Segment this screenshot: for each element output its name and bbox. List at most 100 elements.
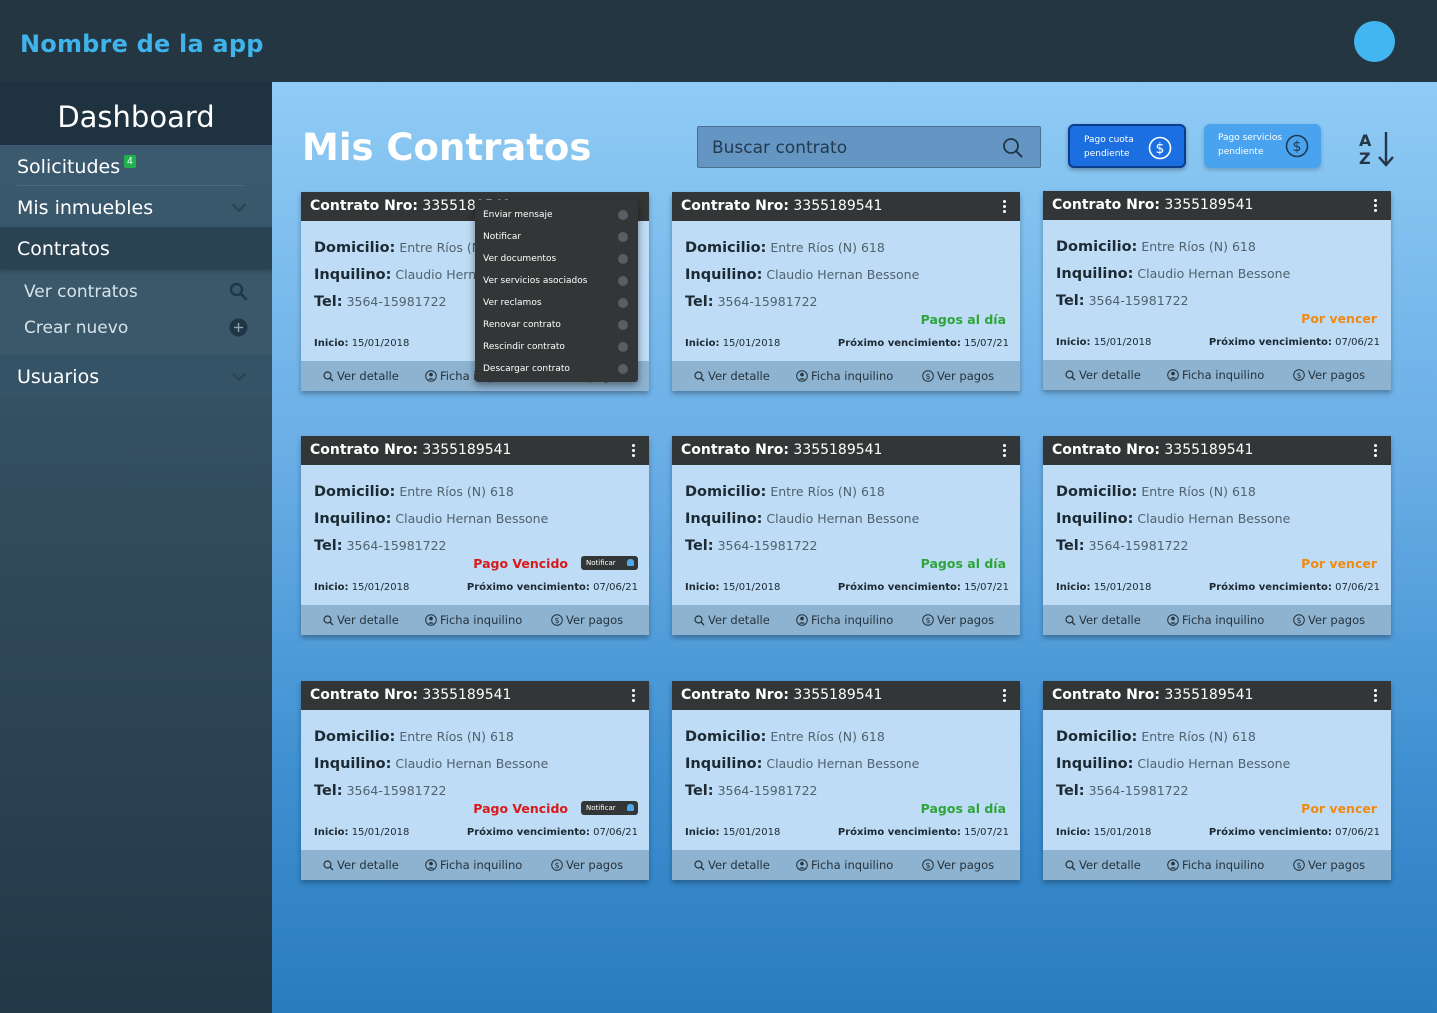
menu-item[interactable]: Enviar mensaje [475,204,638,226]
menu-item[interactable]: Rescindir contrato [475,336,638,358]
user-circle-icon [796,858,811,872]
ver-pagos-button[interactable]: $ Ver pagos [922,858,994,872]
ver-detalle-button[interactable]: Ver detalle [323,369,399,383]
search-input[interactable] [712,136,992,160]
field-label: Próximo vencimiento: [466,827,590,838]
search-box [697,126,1041,168]
contract-number: 3355189541 [793,198,883,214]
more-options-icon[interactable] [632,689,636,703]
sidebar-item-inmuebles[interactable]: Mis inmuebles [0,186,272,227]
user-avatar[interactable] [1354,21,1395,62]
notificar-button[interactable]: Notificar [581,801,638,815]
menu-item[interactable]: Renovar contrato [475,314,638,336]
message-icon [618,210,628,220]
sidebar: Dashboard Solicitudes 4 Mis inmuebles Con… [0,82,272,1013]
field-value: Claudio Hernan Bessone [395,756,549,771]
more-options-icon[interactable] [1374,444,1378,458]
card-header: Contrato Nro: 3355189541 [301,436,649,465]
card-header: Contrato Nro: 3355189541 [1043,191,1391,220]
page-title: Mis Contratos [302,126,592,169]
more-options-icon[interactable] [632,444,636,458]
more-options-icon[interactable] [1003,200,1007,214]
menu-item[interactable]: Ver reclamos [475,292,638,314]
pago-servicios-pendiente-button[interactable]: Pago servicios pendiente $ [1204,124,1321,168]
bell-icon [618,232,628,242]
card-actions: Ver detalle Ficha inquilino $ Ver pagos [1043,605,1391,635]
ver-pagos-button[interactable]: $ Ver pagos [551,613,623,627]
start-date: Inicio: 15/01/2018 [685,827,780,838]
field-label: Inicio: [314,338,349,349]
ver-detalle-button[interactable]: Ver detalle [1065,613,1141,627]
ver-detalle-button[interactable]: Ver detalle [1065,368,1141,382]
sort-alphabetical-icon[interactable]: A Z [1359,128,1395,168]
pago-cuota-pendiente-button[interactable]: Pago cuota pendiente $ [1068,124,1186,168]
menu-item-label: Ver reclamos [483,298,542,308]
sidebar-item-solicitudes[interactable]: Solicitudes 4 [0,145,272,186]
ver-detalle-button[interactable]: Ver detalle [694,858,770,872]
contract-card: Contrato Nro: 3355189541 Domicilio: Entre… [301,436,649,635]
action-label: Ver detalle [337,613,399,627]
ver-detalle-button[interactable]: Ver detalle [694,369,770,383]
field-value: 3564-15981722 [346,294,447,309]
bell-icon [627,804,634,811]
start-date: Inicio: 15/01/2018 [1056,827,1151,838]
ver-detalle-button[interactable]: Ver detalle [323,613,399,627]
card-body: Domicilio: Entre Ríos (N) 618 Inquilino: … [672,710,1020,850]
start-date: Inicio: 15/01/2018 [685,338,780,349]
sidebar-subitem-label: Ver contratos [24,282,138,302]
field-value: 15/07/21 [964,338,1009,349]
field-label: Próximo vencimiento: [837,582,961,593]
ficha-inquilino-button[interactable]: Ficha inquilino [796,858,893,872]
menu-item[interactable]: Descargar contrato [475,358,638,380]
ficha-inquilino-button[interactable]: Ficha inquilino [1167,613,1264,627]
contract-card: Contrato Nro: 3355189541 Domicilio: Entre… [301,681,649,880]
ver-detalle-button[interactable]: Ver detalle [323,858,399,872]
dollar-circle-icon: $ [1148,136,1172,160]
ver-pagos-button[interactable]: $ Ver pagos [1293,858,1365,872]
ver-pagos-button[interactable]: $ Ver pagos [922,369,994,383]
field-value: 3564-15981722 [1088,538,1189,553]
contract-card: Contrato Nro: 3355189541 Domicilio: Entre… [672,681,1020,880]
user-circle-icon [1167,368,1182,382]
contract-card: Contrato Nro: 3355189541 Domicilio: Entre… [672,436,1020,635]
ficha-inquilino-button[interactable]: Ficha inquilino [796,369,893,383]
more-options-icon[interactable] [1003,444,1007,458]
ficha-inquilino-button[interactable]: Ficha inquilino [1167,368,1264,382]
menu-item[interactable]: Notificar [475,226,638,248]
more-options-icon[interactable] [1003,689,1007,703]
menu-item[interactable]: Ver servicios asociados [475,270,638,292]
card-actions: Ver detalle Ficha inquilino $ Ver pagos [672,361,1020,391]
ficha-inquilino-button[interactable]: Ficha inquilino [1167,858,1264,872]
sidebar-item-usuarios[interactable]: Usuarios [0,355,272,397]
ver-pagos-button[interactable]: $ Ver pagos [922,613,994,627]
more-options-icon[interactable] [1374,689,1378,703]
field-value: 15/07/21 [964,582,1009,593]
status-label: Por vencer [1301,801,1377,816]
card-body: Domicilio: Entre Ríos (N) 618 Inquilino: … [1043,220,1391,360]
ver-detalle-button[interactable]: Ver detalle [694,613,770,627]
ficha-inquilino-button[interactable]: Ficha inquilino [796,613,893,627]
notificar-label: Notificar [586,804,616,812]
field-value: 15/01/2018 [1093,337,1152,348]
ver-detalle-button[interactable]: Ver detalle [1065,858,1141,872]
field-label: Inquilino: [1056,511,1134,527]
sidebar-subitem-ver-contratos[interactable]: Ver contratos [0,271,272,307]
ficha-inquilino-button[interactable]: Ficha inquilino [425,858,522,872]
field-label: Tel: [1056,293,1085,309]
ver-pagos-button[interactable]: $ Ver pagos [551,858,623,872]
menu-item-label: Enviar mensaje [483,210,553,220]
menu-item[interactable]: Ver documentos [475,248,638,270]
sidebar-subitem-crear-nuevo[interactable]: Crear nuevo [0,307,272,343]
ver-pagos-button[interactable]: $ Ver pagos [1293,368,1365,382]
ficha-inquilino-button[interactable]: Ficha inquilino [425,613,522,627]
ver-pagos-button[interactable]: $ Ver pagos [1293,613,1365,627]
menu-item-label: Descargar contrato [483,364,570,374]
search-icon[interactable] [1002,137,1023,158]
notificar-label: Notificar [586,559,616,567]
field-value: 3564-15981722 [346,538,447,553]
more-options-icon[interactable] [1374,199,1378,213]
field-label: Contrato Nro: [1052,687,1160,703]
notificar-button[interactable]: Notificar [581,556,638,570]
search-icon [1065,368,1079,382]
sidebar-item-contratos[interactable]: Contratos [0,227,272,269]
